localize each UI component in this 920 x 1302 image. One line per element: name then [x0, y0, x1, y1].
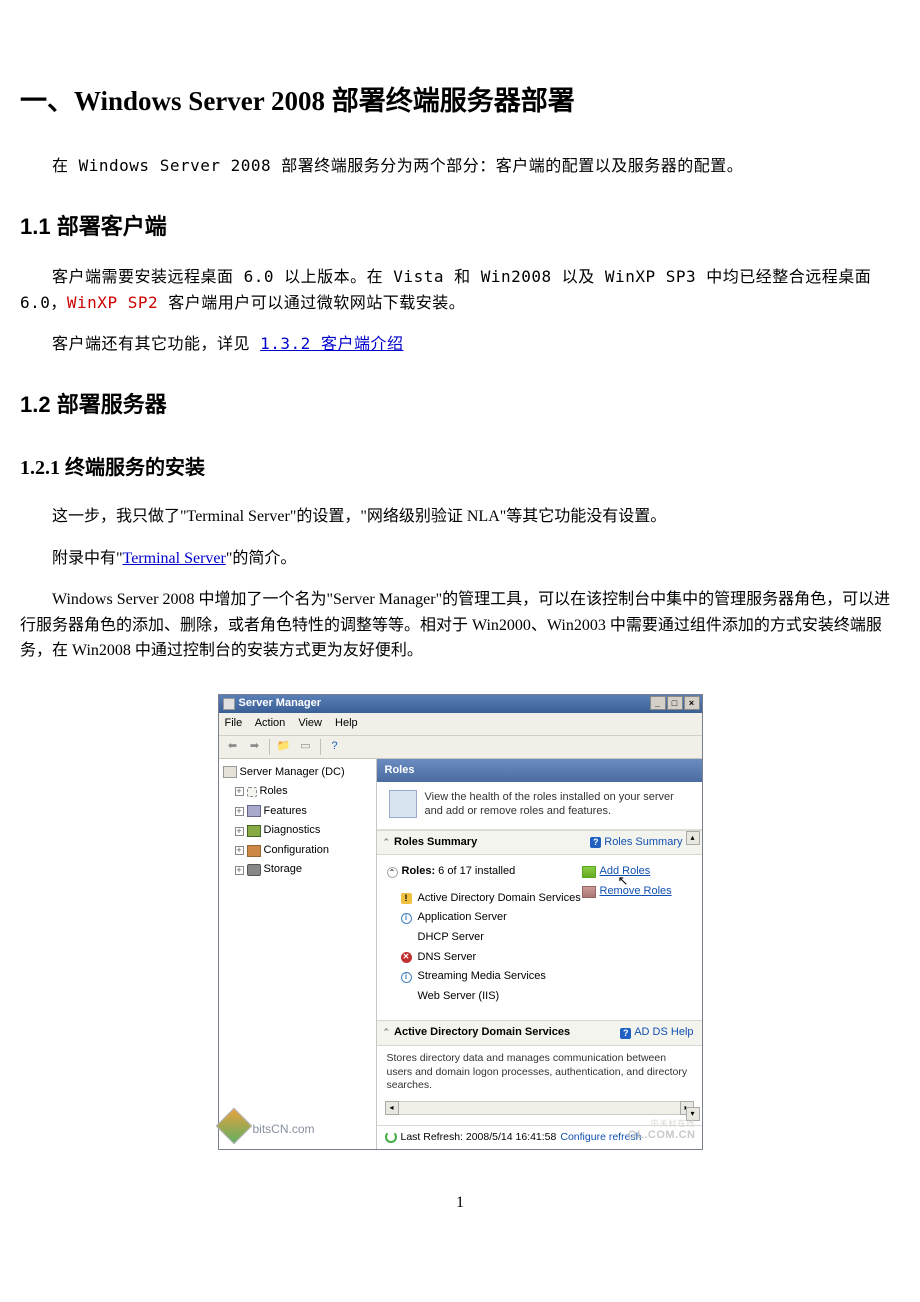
roles-summary-header[interactable]: ⌃Roles Summary ?Roles Summary H: [377, 830, 702, 856]
h1-sans: Windows Server 2008: [74, 86, 332, 116]
storage-icon: [247, 864, 261, 876]
role-item-streaming[interactable]: iStreaming Media Services: [387, 967, 582, 987]
roles-summary-help-link[interactable]: ?Roles Summary H: [590, 834, 693, 852]
client-intro-link[interactable]: 1.3.2 客户端介绍: [260, 334, 403, 353]
properties-button[interactable]: ▭: [296, 738, 316, 756]
heading-1-2: 1.2 部署服务器: [20, 387, 900, 422]
features-icon: [247, 805, 261, 817]
help-button[interactable]: ?: [325, 738, 345, 756]
add-icon: [582, 866, 596, 878]
horizontal-scrollbar[interactable]: ◂ ▸: [385, 1101, 694, 1115]
add-roles-link[interactable]: Add Roles ↖: [582, 863, 692, 881]
page-number: 1: [20, 1190, 900, 1216]
expand-icon[interactable]: +: [235, 866, 244, 875]
watermark-zol-cn: 中关村在线: [651, 1118, 696, 1131]
h1-prefix: 一、: [20, 86, 74, 116]
adds-section-header[interactable]: ⌃Active Directory Domain Services ?AD DS…: [377, 1020, 702, 1046]
install-paragraph-1: 这一步，我只做了"Terminal Server"的设置，"网络级别验证 NLA…: [20, 504, 900, 530]
tree-root[interactable]: Server Manager (DC): [221, 763, 374, 783]
scroll-left-button[interactable]: ◂: [385, 1101, 399, 1115]
intro-paragraph: 在 Windows Server 2008 部署终端服务分为两个部分：客户端的配…: [20, 153, 900, 179]
toolbar: ⬅ ➡ 📁 ▭ ?: [219, 736, 702, 759]
remove-roles-link[interactable]: Remove Roles: [582, 883, 692, 901]
app-icon: [223, 698, 235, 710]
menu-help[interactable]: Help: [335, 717, 358, 729]
help-icon: ?: [590, 837, 601, 848]
h1-suffix: 部署终端服务器部署: [332, 86, 575, 116]
diamond-icon: [215, 1107, 252, 1144]
install-paragraph-3: Windows Server 2008 中增加了一个名为"Server Mana…: [20, 587, 900, 664]
terminal-server-link[interactable]: Terminal Server: [123, 550, 226, 567]
heading-1-1: 1.1 部署客户端: [20, 209, 900, 244]
up-button[interactable]: 📁: [274, 738, 294, 756]
content-header: Roles: [377, 759, 702, 783]
remove-icon: [582, 886, 596, 898]
winxp-sp2-text: WinXP SP2: [67, 293, 158, 312]
menubar: File Action View Help: [219, 713, 702, 736]
role-item-dns[interactable]: ✕DNS Server: [387, 948, 582, 968]
toolbar-separator: [269, 739, 270, 755]
expand-icon[interactable]: +: [235, 807, 244, 816]
tree-roles[interactable]: + Roles: [221, 782, 374, 802]
scroll-up-button[interactable]: ▴: [686, 831, 700, 845]
roles-icon: [247, 787, 257, 797]
client-paragraph-2: 客户端还有其它功能，详见 1.3.2 客户端介绍: [20, 331, 900, 357]
expand-icon[interactable]: +: [235, 827, 244, 836]
role-item-dhcp[interactable]: DHCP Server: [387, 928, 582, 948]
menu-file[interactable]: File: [225, 717, 243, 729]
roles-count: ⌃ Roles: 6 of 17 installed: [387, 863, 582, 881]
forward-button[interactable]: ➡: [245, 738, 265, 756]
tree-panel: Server Manager (DC) + Roles + Features +…: [219, 759, 377, 1149]
minimize-button[interactable]: _: [650, 696, 666, 710]
role-item-iis[interactable]: Web Server (IIS): [387, 987, 582, 1007]
client-paragraph-1: 客户端需要安装远程桌面 6.0 以上版本。在 Vista 和 Win2008 以…: [20, 264, 900, 315]
close-button[interactable]: ×: [684, 696, 700, 710]
error-icon: ✕: [401, 952, 412, 963]
back-button[interactable]: ⬅: [223, 738, 243, 756]
collapse-icon[interactable]: ⌃: [387, 867, 398, 878]
info-icon: i: [401, 913, 412, 924]
collapse-icon[interactable]: ⌃: [383, 1027, 391, 1037]
menu-action[interactable]: Action: [255, 717, 286, 729]
heading-1: 一、Windows Server 2008 部署终端服务器部署: [20, 80, 900, 123]
window-title: Server Manager: [239, 695, 322, 713]
menu-view[interactable]: View: [298, 717, 322, 729]
tree-storage[interactable]: + Storage: [221, 860, 374, 880]
role-item-appserver[interactable]: iApplication Server: [387, 908, 582, 928]
expand-icon[interactable]: +: [235, 846, 244, 855]
roles-large-icon: [389, 790, 417, 818]
content-description: View the health of the roles installed o…: [377, 782, 702, 830]
watermark-bitscn: bitsCN.com: [221, 1113, 315, 1147]
maximize-button[interactable]: □: [667, 696, 683, 710]
configuration-icon: [247, 845, 261, 857]
titlebar[interactable]: Server Manager _□×: [219, 695, 702, 713]
heading-1-2-1: 1.2.1 终端服务的安装: [20, 452, 900, 484]
adds-help-link[interactable]: ?AD DS Help: [620, 1024, 693, 1042]
adds-description: Stores directory data and manages commun…: [377, 1046, 702, 1099]
content-panel: Roles View the health of the roles insta…: [377, 759, 702, 1149]
diagnostics-icon: [247, 825, 261, 837]
server-icon: [223, 766, 237, 778]
tree-features[interactable]: + Features: [221, 802, 374, 822]
warning-icon: !: [401, 893, 412, 904]
refresh-icon: [385, 1131, 397, 1143]
server-manager-window: Server Manager _□× File Action View Help…: [218, 694, 703, 1150]
tree-configuration[interactable]: + Configuration: [221, 841, 374, 861]
tree-diagnostics[interactable]: + Diagnostics: [221, 821, 374, 841]
collapse-icon[interactable]: ⌃: [383, 837, 391, 847]
install-paragraph-2: 附录中有"Terminal Server"的简介。: [20, 546, 900, 572]
expand-icon[interactable]: +: [235, 787, 244, 796]
info-icon: i: [401, 972, 412, 983]
toolbar-separator: [320, 739, 321, 755]
help-icon: ?: [620, 1028, 631, 1039]
role-item-adds[interactable]: !Active Directory Domain Services: [387, 889, 582, 909]
